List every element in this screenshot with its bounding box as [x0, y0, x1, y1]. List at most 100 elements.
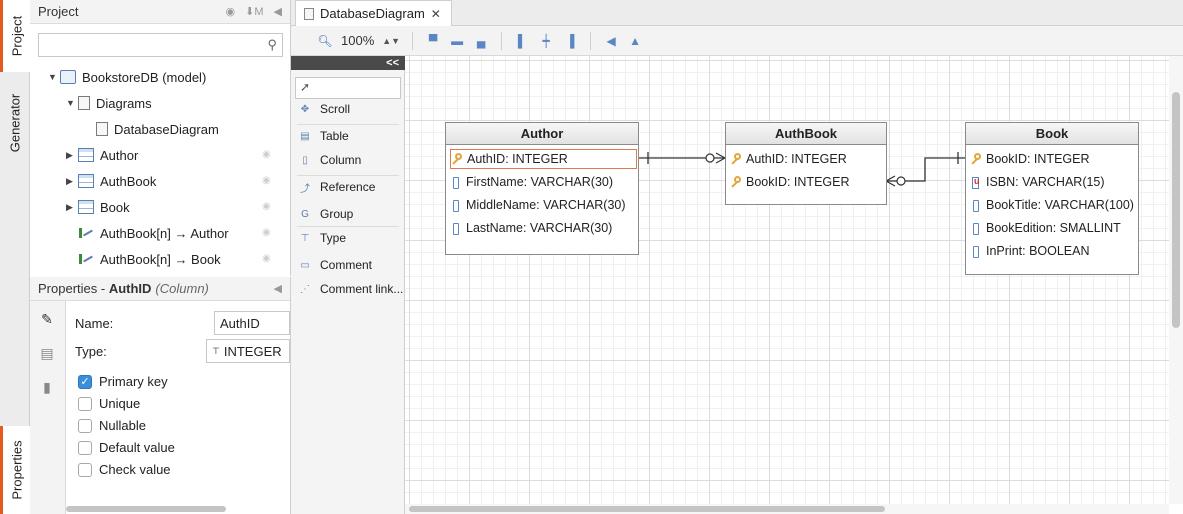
entity-author[interactable]: Author AuthID: INTEGER FirstName: VARCHAR(…	[445, 122, 639, 255]
bookmark-icon[interactable]: ▮	[39, 379, 55, 395]
side-tab-project[interactable]: Project	[0, 0, 30, 72]
diagram-canvas[interactable]: Author AuthID: INTEGER FirstName: VARCHAR(…	[405, 56, 1169, 504]
align-left-icon[interactable]: ▌	[514, 34, 530, 48]
collapsed-arrow-icon[interactable]: ▶	[66, 202, 78, 213]
checkbox[interactable]	[78, 462, 92, 477]
visibility-icon[interactable]: ◉	[262, 201, 271, 212]
tree-item[interactable]: DatabaseDiagram	[84, 118, 219, 140]
unique-column-icon	[970, 176, 981, 189]
toolbar-separator	[412, 31, 414, 50]
canvas-vertical-scrollbar[interactable]	[1169, 56, 1183, 504]
entity-authbook[interactable]: AuthBook AuthID: INTEGER BookID: INTEGER	[725, 122, 887, 205]
palette-collapse-button[interactable]: <<	[291, 56, 405, 70]
flip-vertical-icon[interactable]: ▲	[627, 34, 643, 48]
palette-item[interactable]: ▯ Column	[297, 153, 361, 167]
checkbox-row[interactable]: Unique	[78, 396, 140, 411]
checkbox-row[interactable]: Default value	[78, 440, 175, 455]
pencil-icon[interactable]: ✎	[39, 311, 55, 327]
checkbox[interactable]	[78, 418, 92, 433]
side-tab-generator[interactable]: Generator	[0, 78, 30, 168]
align-bottom-icon[interactable]: ▄	[473, 34, 489, 48]
relation-authbook-book[interactable]	[886, 157, 965, 182]
align-middle-icon[interactable]: ▬	[449, 34, 465, 48]
tree-item[interactable]: ▶ Author	[66, 144, 138, 166]
palette-item[interactable]: ⤴ Reference	[297, 180, 375, 195]
checkbox[interactable]: ✓	[78, 374, 92, 389]
checkbox[interactable]	[78, 396, 92, 411]
checkbox-row[interactable]: ✓ Primary key	[78, 374, 168, 389]
locate-icon[interactable]: ◉	[226, 5, 236, 18]
horizontal-scroll-thumb[interactable]	[409, 506, 885, 512]
palette-item[interactable]: ▤ Table	[297, 129, 349, 143]
tree-item[interactable]: ▼ BookstoreDB (model)	[48, 66, 206, 88]
checkbox-row[interactable]: Check value	[78, 462, 171, 477]
entity-column-label: InPrint: BOOLEAN	[986, 244, 1090, 258]
palette-item[interactable]: G Group	[297, 207, 353, 221]
visibility-icon[interactable]: ◉	[262, 227, 271, 238]
entity-title[interactable]: Author	[446, 123, 638, 145]
align-center-icon[interactable]: ┿	[538, 34, 554, 48]
side-tab-properties[interactable]: Properties	[0, 426, 30, 514]
visibility-icon[interactable]: ◉	[262, 253, 271, 264]
zoom-icon[interactable]: 🔍︎	[317, 34, 333, 48]
notes-icon[interactable]: ▤	[39, 345, 55, 361]
collapse-panel-icon[interactable]: ◀	[274, 282, 282, 295]
search-icon[interactable]: ⚲	[267, 37, 277, 53]
tree-item-label: AuthBook	[100, 173, 157, 189]
entity-column[interactable]: AuthID: INTEGER	[730, 149, 847, 169]
tree-item[interactable]: ▶ AuthBook	[66, 170, 156, 192]
toolbar-separator	[590, 31, 592, 50]
align-top-icon[interactable]: ▀	[425, 34, 441, 48]
flip-horizontal-icon[interactable]: ◀	[603, 34, 619, 48]
vertical-scroll-thumb[interactable]	[1172, 92, 1180, 328]
entity-column[interactable]: FirstName: VARCHAR(30)	[450, 172, 613, 192]
sort-icon[interactable]: ⬇M	[245, 5, 263, 18]
entity-book[interactable]: Book BookID: INTEGER ISBN: VARCHAR(15) Book…	[965, 122, 1139, 275]
tree-item[interactable]: AuthBook[n] → Author	[66, 222, 229, 244]
tree-item[interactable]: ▼ Diagrams	[66, 92, 152, 114]
scroll-icon: ✥	[300, 103, 310, 115]
entity-column[interactable]: BookID: INTEGER	[970, 149, 1090, 169]
entity-column[interactable]: InPrint: BOOLEAN	[970, 241, 1090, 261]
entity-column[interactable]: BookID: INTEGER	[730, 172, 850, 192]
visibility-icon[interactable]: ◉	[262, 175, 271, 186]
checkbox[interactable]	[78, 440, 92, 455]
entity-column[interactable]: ISBN: VARCHAR(15)	[970, 172, 1105, 192]
align-right-icon[interactable]: ▐	[562, 34, 578, 48]
expanded-arrow-icon[interactable]: ▼	[66, 98, 78, 108]
entity-title[interactable]: Book	[966, 123, 1138, 145]
entity-title[interactable]: AuthBook	[726, 123, 886, 145]
entity-column[interactable]: AuthID: INTEGER	[450, 149, 637, 169]
name-field[interactable]: AuthID	[214, 311, 290, 335]
entity-column[interactable]: LastName: VARCHAR(30)	[450, 218, 612, 238]
palette-item[interactable]: ⋰ Comment link...	[297, 282, 403, 296]
tree-item[interactable]: ▶ Book	[66, 196, 130, 218]
side-tab-generator-label: Generator	[7, 93, 23, 153]
canvas-horizontal-scrollbar[interactable]	[405, 504, 1169, 514]
tool-palette: << ➚ ✥ Scroll ▤ Table ▯ Column ⤴ Reference G Grou…	[291, 56, 405, 514]
zoom-level[interactable]: 100%	[341, 33, 374, 48]
tab-database-diagram[interactable]: DatabaseDiagram ✕	[295, 0, 452, 26]
palette-item[interactable]: ▭ Comment	[297, 258, 372, 272]
palette-item[interactable]: ⊤ Type	[297, 231, 346, 245]
close-icon[interactable]: ✕	[431, 7, 441, 21]
checkbox-row[interactable]: Nullable	[78, 418, 146, 433]
project-search-input[interactable]: ⚲	[38, 33, 283, 57]
tree-item-label: BookstoreDB (model)	[82, 69, 207, 85]
entity-column[interactable]: BookTitle: VARCHAR(100)	[970, 195, 1134, 215]
crows-foot-mark	[885, 180, 896, 187]
collapsed-arrow-icon[interactable]: ▶	[66, 150, 78, 161]
palette-item[interactable]: ✥ Scroll	[297, 102, 350, 116]
collapse-panel-icon[interactable]: ◀	[274, 5, 282, 18]
properties-scroll-thumb[interactable]	[66, 506, 226, 512]
entity-column[interactable]: BookEdition: SMALLINT	[970, 218, 1121, 238]
expanded-arrow-icon[interactable]: ▼	[48, 72, 60, 82]
tree-item[interactable]: AuthBook[n] → Book	[66, 248, 221, 270]
visibility-icon[interactable]: ◉	[262, 149, 271, 160]
entity-column[interactable]: MiddleName: VARCHAR(30)	[450, 195, 626, 215]
zoom-stepper-icon[interactable]: ▲▼	[382, 36, 400, 46]
palette-item-label: Table	[320, 129, 349, 143]
select-tool[interactable]: ➚	[295, 77, 401, 99]
collapsed-arrow-icon[interactable]: ▶	[66, 176, 78, 187]
type-field[interactable]: ⊤ INTEGER	[206, 339, 290, 363]
